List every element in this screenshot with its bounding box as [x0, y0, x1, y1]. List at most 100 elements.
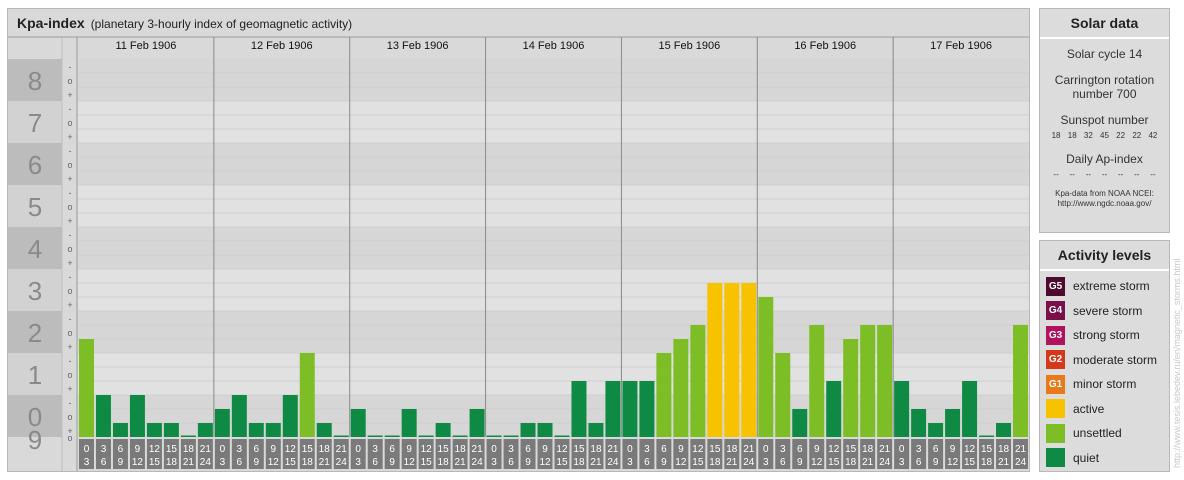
activity-level-label: extreme storm — [1073, 279, 1150, 294]
kp-bar — [928, 423, 944, 437]
hour-label-start: 9 — [678, 444, 684, 455]
kp-bar — [554, 435, 570, 437]
day-label: 12 Feb 1906 — [251, 40, 313, 52]
day-label: 16 Feb 1906 — [794, 40, 856, 52]
kp-bar — [316, 423, 332, 437]
kp-bar — [605, 381, 621, 437]
hour-label-end: 24 — [1015, 457, 1027, 468]
plot-band — [78, 59, 1029, 101]
hour-label-end: 18 — [302, 457, 314, 468]
hour-label-start: 9 — [950, 444, 956, 455]
activity-level-swatch — [1046, 448, 1065, 468]
kp-bar — [282, 395, 298, 437]
activity-level-item: G1 minor storm — [1040, 372, 1169, 397]
kp-bar — [741, 282, 757, 437]
kp-bar — [962, 381, 978, 437]
hour-label-end: 21 — [455, 457, 467, 468]
minor-tick-symbol: o — [67, 160, 72, 170]
watermark: http://www.tesis.lebedev.ru/en/magnetic_… — [1172, 259, 1182, 468]
minor-tick-symbol: - — [69, 398, 72, 408]
carrington-line1: Carrington rotation — [1054, 73, 1155, 87]
hour-label-end: 6 — [780, 457, 786, 468]
kp-bar — [146, 423, 162, 437]
plot-band — [78, 101, 1029, 143]
hour-label-end: 15 — [421, 457, 433, 468]
kp-bar — [826, 381, 842, 437]
day-label: 14 Feb 1906 — [523, 40, 585, 52]
kp-axis-label: 1 — [28, 360, 42, 390]
solar-data-panel: Solar data Solar cycle 14 Carrington rot… — [1039, 8, 1170, 233]
kp-bar — [180, 435, 196, 437]
ap-value: -- — [1053, 170, 1059, 179]
kp-bar — [911, 408, 927, 437]
kp-bar — [231, 395, 247, 437]
hour-label-end: 6 — [372, 457, 378, 468]
ap-value: -- — [1150, 170, 1156, 179]
kp-bar — [299, 353, 315, 437]
hour-label-end: 24 — [472, 457, 484, 468]
minor-tick-symbol: o — [67, 370, 72, 380]
kp-bar — [809, 324, 825, 437]
hour-label-start: 9 — [814, 444, 820, 455]
minor-tick-symbol: o — [67, 412, 72, 422]
kp-bar — [95, 395, 111, 437]
hour-label-start: 6 — [661, 444, 667, 455]
hour-label-end: 15 — [285, 457, 297, 468]
sunspot-values: 18 18 32 45 22 22 42 — [1040, 131, 1169, 140]
hour-label-end: 3 — [355, 457, 361, 468]
hour-label-end: 9 — [254, 457, 260, 468]
hour-label-start: 18 — [998, 444, 1010, 455]
hour-label-end: 9 — [661, 457, 667, 468]
kp-bar — [214, 408, 230, 437]
minor-tick-symbol: - — [69, 104, 72, 114]
kp-bar — [401, 408, 417, 437]
hour-label-end: 18 — [709, 457, 721, 468]
hour-label-end: 15 — [964, 457, 976, 468]
kp-bar — [129, 395, 145, 437]
activity-level-item: G5 extreme storm — [1040, 274, 1169, 299]
sunspot-title: Sunspot number — [1060, 113, 1149, 127]
activity-level-item: active — [1040, 397, 1169, 422]
hour-label-start: 6 — [389, 444, 395, 455]
day-label: 11 Feb 1906 — [115, 40, 176, 52]
activity-level-label: severe storm — [1073, 303, 1143, 318]
hour-label-start: 3 — [101, 444, 107, 455]
hour-label-start: 18 — [183, 444, 195, 455]
hour-label-start: 0 — [220, 444, 226, 455]
hour-label-end: 15 — [556, 457, 568, 468]
kpa-chart-panel: Kpa-index (planetary 3-hourly index of ge… — [7, 8, 1030, 472]
activity-level-label: quiet — [1073, 450, 1100, 465]
hour-label-start: 12 — [828, 444, 840, 455]
kp-bar — [418, 435, 434, 437]
sunspot-value: 32 — [1083, 131, 1093, 140]
hour-label-start: 15 — [166, 444, 178, 455]
hour-label-start: 3 — [644, 444, 650, 455]
sunspot-value: 45 — [1100, 131, 1109, 140]
activity-levels-title: Activity levels — [1040, 241, 1169, 271]
hour-label-start: 15 — [981, 444, 993, 455]
hour-label-start: 6 — [254, 444, 260, 455]
solar-data-title: Solar data — [1040, 9, 1169, 39]
minor-tick-symbol: + — [67, 174, 72, 184]
hour-label-end: 18 — [166, 457, 178, 468]
kp-bar — [333, 435, 349, 437]
minor-tick-symbol: o — [67, 76, 72, 86]
hour-label-end: 24 — [200, 457, 212, 468]
kp-bar — [622, 381, 638, 437]
plot-band — [78, 143, 1029, 185]
kp-axis-label: 5 — [28, 192, 42, 222]
hour-label-end: 9 — [797, 457, 803, 468]
hour-label-start: 9 — [542, 444, 548, 455]
kp-bar — [996, 423, 1012, 437]
kp-bar — [197, 423, 213, 437]
activity-level-label: moderate storm — [1073, 352, 1158, 367]
kp-axis-label: 4 — [28, 234, 42, 264]
minor-tick-symbol: o — [67, 286, 72, 296]
minor-tick-symbol: o — [67, 244, 72, 254]
kp-bar — [435, 423, 451, 437]
hour-label-start: 0 — [627, 444, 633, 455]
minor-tick-symbol: o — [67, 328, 72, 338]
carrington-line2: number 700 — [1072, 87, 1137, 101]
kp-bar — [656, 353, 672, 437]
kp-bar — [469, 408, 485, 437]
